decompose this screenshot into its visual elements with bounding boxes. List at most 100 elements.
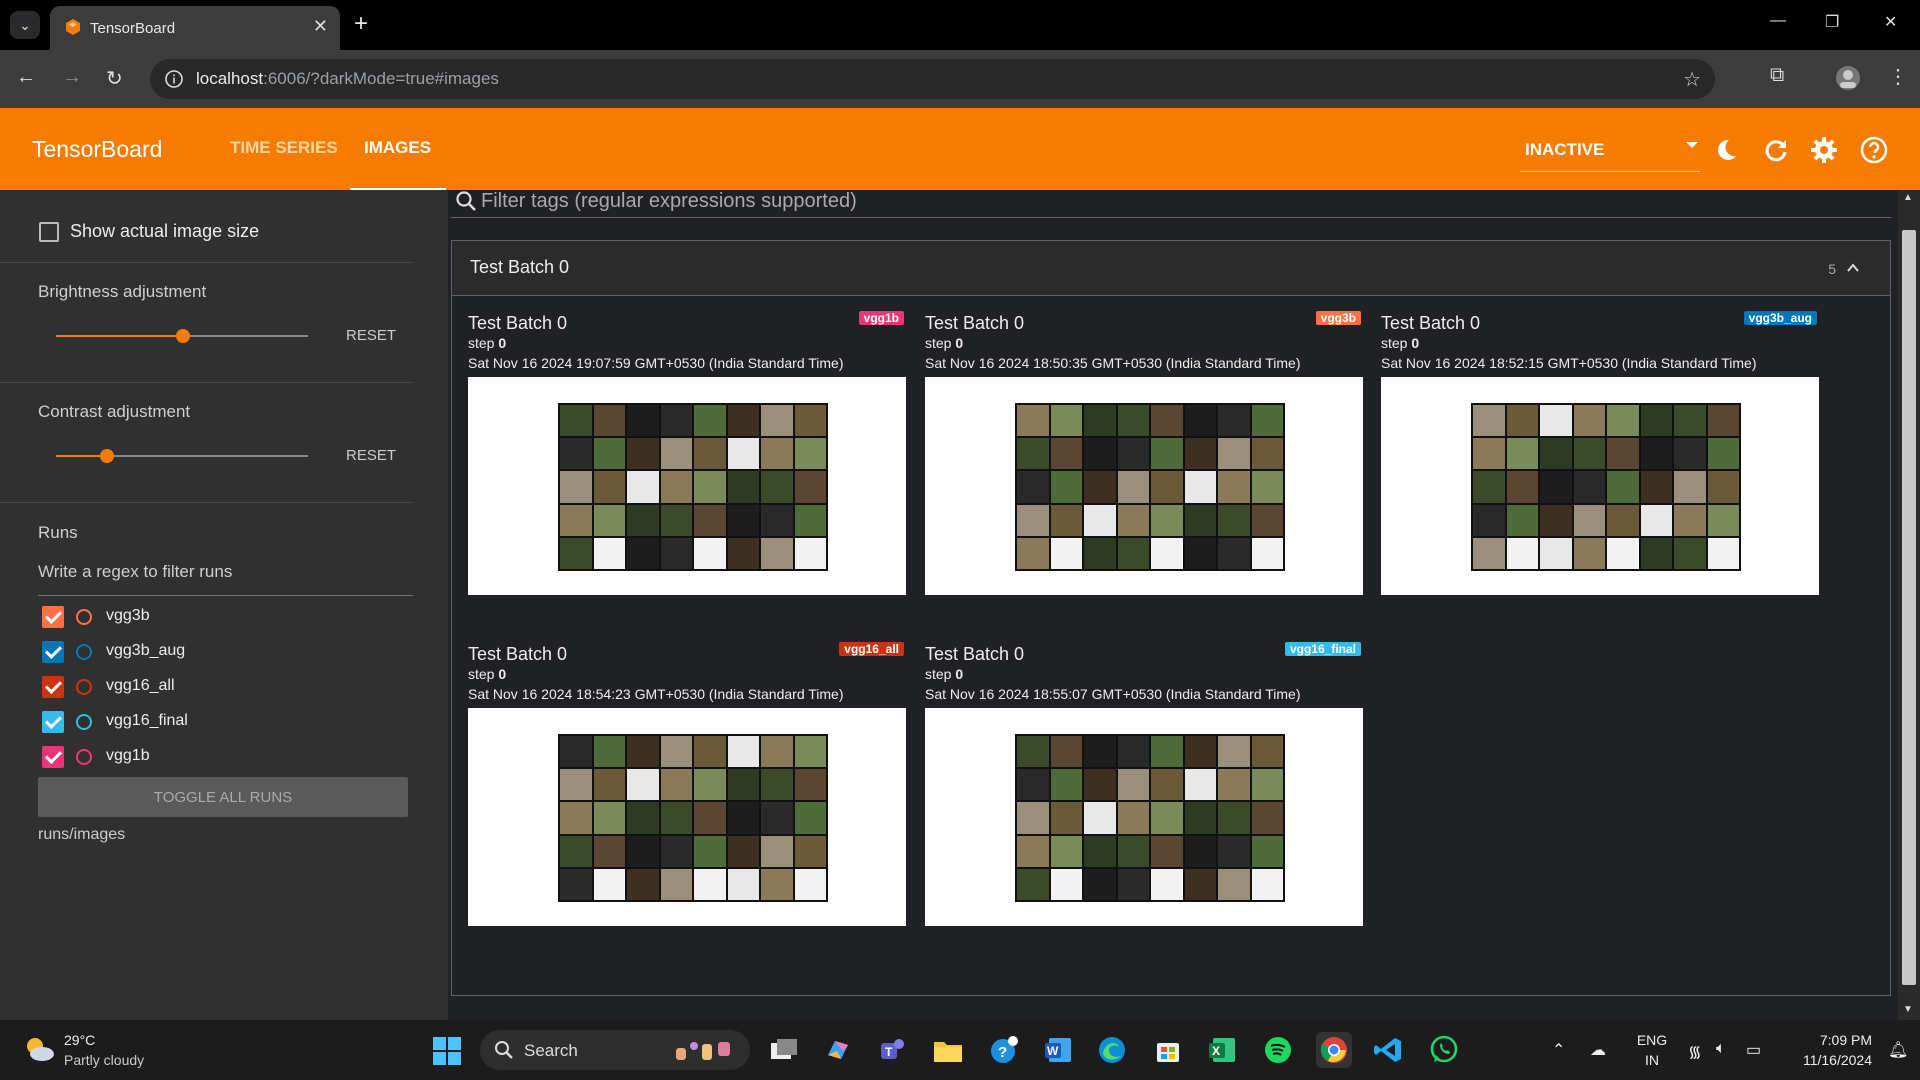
- wifi-icon[interactable]: ᯾: [1688, 1040, 1702, 1062]
- address-bar[interactable]: localhost:6006/?darkMode=true#images ☆: [150, 59, 1715, 99]
- run-checkbox[interactable]: [42, 641, 64, 663]
- run-item-vgg1b[interactable]: vgg1b: [42, 742, 412, 770]
- toggle-all-runs-button[interactable]: TOGGLE ALL RUNS: [38, 777, 408, 817]
- card-step: step 0: [468, 335, 507, 351]
- forward-icon[interactable]: →: [62, 66, 82, 89]
- run-name: vgg16_all: [106, 677, 175, 694]
- browser-tab[interactable]: TensorBoard ✕: [50, 6, 340, 50]
- tab-time-series[interactable]: TIME SERIES: [230, 138, 338, 158]
- contrast-slider-thumb[interactable]: [100, 449, 114, 463]
- spotify-icon[interactable]: [1260, 1032, 1296, 1068]
- tag-filter-placeholder: Filter tags (regular expressions support…: [481, 190, 857, 212]
- image-thumbnail: [593, 504, 625, 536]
- word-icon[interactable]: W: [1040, 1032, 1076, 1068]
- file-explorer-icon[interactable]: [930, 1032, 966, 1068]
- run-checkbox[interactable]: [42, 676, 64, 698]
- run-color-swatch[interactable]: [76, 679, 92, 695]
- windows-start-icon[interactable]: [432, 1036, 462, 1066]
- image-frame[interactable]: [925, 708, 1363, 926]
- image-frame[interactable]: [468, 708, 906, 926]
- tag-group-header[interactable]: Test Batch 0 5: [452, 241, 1890, 296]
- profile-avatar[interactable]: [1834, 64, 1862, 92]
- tag-filter-input[interactable]: Filter tags (regular expressions support…: [451, 190, 1891, 218]
- run-item-vgg3b-aug[interactable]: vgg3b_aug: [42, 637, 412, 665]
- run-color-swatch[interactable]: [76, 749, 92, 765]
- chevron-up-icon[interactable]: [1846, 261, 1860, 275]
- teams-icon[interactable]: T: [874, 1032, 910, 1068]
- taskbar-search[interactable]: Search: [480, 1030, 750, 1070]
- image-thumbnail: [794, 438, 826, 470]
- volume-icon[interactable]: 🔈︎: [1716, 1040, 1726, 1058]
- run-item-vgg16-final[interactable]: vgg16_final: [42, 707, 412, 735]
- onedrive-icon[interactable]: ☁: [1590, 1040, 1606, 1060]
- tab-images[interactable]: IMAGES: [364, 138, 431, 158]
- back-icon[interactable]: ←: [16, 66, 36, 89]
- clock-date[interactable]: 11/16/2024: [1782, 1052, 1872, 1068]
- notification-bell-icon[interactable]: 🔔︎: [1888, 1040, 1908, 1060]
- scroll-down-icon[interactable]: ▼: [1903, 1004, 1913, 1015]
- language-indicator-bottom[interactable]: IN: [1634, 1052, 1670, 1068]
- restore-icon[interactable]: ❐: [1825, 12, 1839, 32]
- contrast-reset-button[interactable]: RESET: [346, 447, 396, 464]
- site-info-icon[interactable]: [164, 69, 184, 89]
- run-item-vgg16-all[interactable]: vgg16_all: [42, 672, 412, 700]
- image-thumbnail: [794, 736, 826, 768]
- battery-icon[interactable]: ▭: [1746, 1040, 1761, 1060]
- reload-icon[interactable]: ↻: [106, 66, 123, 91]
- run-chip: vgg3b: [1315, 311, 1361, 325]
- tab-search-button[interactable]: ⌄: [10, 11, 40, 39]
- dark-mode-icon[interactable]: [1712, 136, 1740, 164]
- scroll-up-icon[interactable]: ▲: [1903, 192, 1913, 203]
- run-checkbox[interactable]: [42, 711, 64, 733]
- image-batch-grid: [1015, 734, 1285, 902]
- excel-icon[interactable]: X: [1204, 1032, 1240, 1068]
- run-color-swatch[interactable]: [76, 714, 92, 730]
- edge-icon[interactable]: [1094, 1032, 1130, 1068]
- bookmark-star-icon[interactable]: ☆: [1683, 67, 1701, 92]
- whatsapp-icon[interactable]: [1426, 1032, 1462, 1068]
- svg-text:?: ?: [998, 1044, 1007, 1061]
- image-frame[interactable]: [1381, 377, 1819, 595]
- brightness-slider-thumb[interactable]: [176, 329, 190, 343]
- extensions-icon[interactable]: ⧉: [1770, 64, 1784, 87]
- image-thumbnail: [1084, 537, 1116, 569]
- image-thumbnail: [1251, 504, 1283, 536]
- run-item-vgg3b[interactable]: vgg3b: [42, 602, 412, 630]
- help-icon[interactable]: [1860, 136, 1888, 164]
- store-icon[interactable]: [1150, 1032, 1186, 1068]
- tab-close-icon[interactable]: ✕: [313, 16, 328, 37]
- scroll-thumb[interactable]: [1902, 230, 1916, 985]
- image-thumbnail: [1607, 438, 1639, 470]
- reload-status-select[interactable]: INACTIVE: [1520, 130, 1700, 172]
- image-thumbnail: [1017, 802, 1049, 834]
- settings-gear-icon[interactable]: [1810, 136, 1838, 164]
- new-tab-icon[interactable]: +: [354, 10, 368, 38]
- contrast-label: Contrast adjustment: [38, 402, 191, 421]
- vscode-icon[interactable]: [1370, 1032, 1406, 1068]
- image-thumbnail: [627, 471, 659, 503]
- run-checkbox[interactable]: [42, 746, 64, 768]
- task-view-icon[interactable]: [766, 1032, 802, 1068]
- image-thumbnail: [1506, 471, 1538, 503]
- window-close-icon[interactable]: ✕: [1884, 12, 1897, 32]
- refresh-icon[interactable]: [1762, 136, 1790, 164]
- image-frame[interactable]: [925, 377, 1363, 595]
- browser-menu-icon[interactable]: ⋮: [1888, 64, 1908, 89]
- run-color-swatch[interactable]: [76, 644, 92, 660]
- clock-time[interactable]: 7:09 PM: [1782, 1032, 1872, 1048]
- show-hidden-icons-chevron-icon[interactable]: ⌃: [1552, 1040, 1565, 1060]
- page-scrollbar[interactable]: ▲ ▼: [1898, 190, 1920, 1020]
- weather-partly-cloudy-icon[interactable]: [22, 1034, 56, 1064]
- copilot-icon[interactable]: [820, 1032, 856, 1068]
- runs-filter-input[interactable]: Write a regex to filter runs: [38, 562, 413, 596]
- show-actual-size-checkbox[interactable]: [39, 222, 59, 242]
- run-checkbox[interactable]: [42, 606, 64, 628]
- image-card: Test Batch 0 vgg16_final step 0 Sat Nov …: [925, 642, 1363, 954]
- image-frame[interactable]: [468, 377, 906, 595]
- chrome-icon[interactable]: [1316, 1032, 1352, 1068]
- brightness-reset-button[interactable]: RESET: [346, 327, 396, 344]
- quick-assist-icon[interactable]: ?: [986, 1032, 1022, 1068]
- run-color-swatch[interactable]: [76, 609, 92, 625]
- minimize-icon[interactable]: —: [1770, 12, 1786, 30]
- language-indicator-top[interactable]: ENG: [1634, 1032, 1670, 1048]
